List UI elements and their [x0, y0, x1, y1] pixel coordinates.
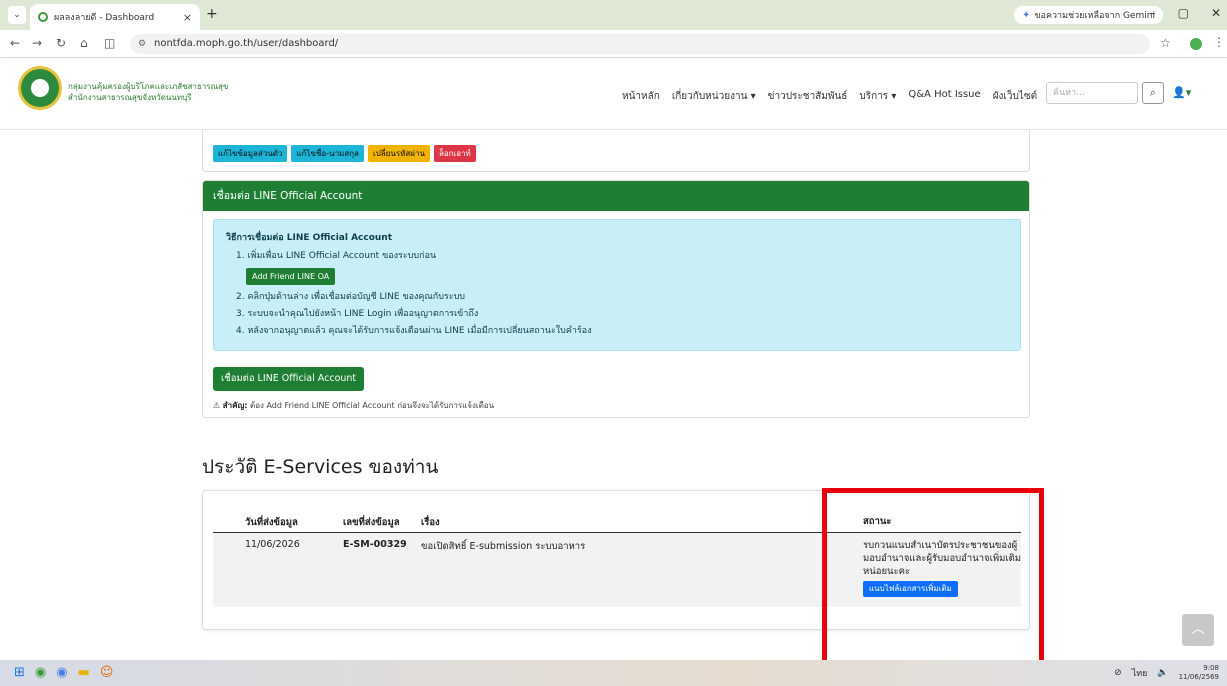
clock-time: 9:08: [1203, 664, 1219, 672]
home-icon[interactable]: ⌂: [80, 36, 88, 50]
instruction-step-4: 4. หลังจากอนุญาตแล้ว คุณจะได้รับการแจ้งเ…: [236, 326, 592, 336]
file-explorer-icon[interactable]: ▬: [78, 665, 90, 680]
window-controls: – ▢ ✕: [1150, 6, 1221, 20]
minimize-icon[interactable]: –: [1150, 6, 1156, 20]
profile-button-row: แก้ไขข้อมูลส่วนตัว แก้ไขชื่อ-นามสกุล เปล…: [213, 145, 476, 162]
main-nav: หน้าหลัก เกี่ยวกับหน่วยงาน ▾ ข่าวประชาสั…: [622, 89, 1037, 104]
instructions-title: วิธีการเชื่อมต่อ LINE Official Account: [226, 233, 393, 243]
url-text: nontfda.moph.go.th/user/dashboard/: [154, 38, 339, 49]
os-taskbar: ⊞ ◉ ◉ ▬ ☺ ⊘ ไทย 🔈 9:08 11/06/2569: [0, 660, 1227, 686]
gemini-sparkle-icon: ✦: [1022, 9, 1031, 21]
tab-title: ผลลงลายดี - Dashboard: [54, 13, 155, 23]
line-instructions: วิธีการเชื่อมต่อ LINE Official Account 1…: [213, 219, 1021, 351]
col-subject: เรื่อง: [421, 517, 440, 528]
nav-sitemap[interactable]: ผังเว็บไซต์: [993, 89, 1037, 104]
taskbar-apps: ⊞ ◉ ◉ ▬ ☺: [14, 665, 113, 680]
note-text: ต้อง Add Friend LINE Official Account ก่…: [250, 401, 495, 410]
instruction-step-1: 1. เพิ่มเพื่อน LINE Official Account ของ…: [236, 251, 437, 261]
browser-menu-icon[interactable]: ⋮: [1213, 35, 1225, 49]
history-title: ประวัติ E-Services ของท่าน: [202, 456, 439, 478]
gemini-button[interactable]: ✦ ขอความช่วยเหลือจาก Gemini: [1014, 6, 1163, 24]
profile-avatar-icon[interactable]: [1190, 38, 1202, 50]
site-info-icon[interactable]: ⚙: [138, 34, 146, 54]
org-name-line2: สำนักงานสาธารณสุขจังหวัดนนทบุรี: [68, 93, 192, 102]
tab-search-icon[interactable]: ⌄: [8, 6, 26, 24]
close-tab-icon[interactable]: ×: [183, 11, 192, 24]
nav-qa[interactable]: Q&A Hot Issue: [908, 89, 980, 104]
system-tray: ⊘ ไทย 🔈 9:08 11/06/2569: [1114, 664, 1219, 682]
gemini-label: ขอความช่วยเหลือจาก Gemini: [1034, 11, 1155, 21]
nav-about[interactable]: เกี่ยวกับหน่วยงาน ▾: [672, 89, 756, 104]
reload-icon[interactable]: ↻: [56, 36, 66, 50]
instruction-step-2: 2. คลิกปุ่มด้านล่าง เพื่อเชื่อมต่อบัญชี …: [236, 292, 466, 302]
volume-icon[interactable]: 🔈: [1157, 668, 1168, 678]
row-subject: ขอเปิดสิทธิ์ E-submission ระบบอาหาร: [421, 541, 586, 552]
logout-button[interactable]: ล็อกเอาท์: [433, 145, 476, 162]
chrome-alt-icon[interactable]: ◉: [56, 665, 67, 680]
browser-tab[interactable]: ผลลงลายดี - Dashboard ×: [30, 4, 200, 30]
address-bar-row: ← → ↻ ⌂ ◫ ⚙ nontfda.moph.go.th/user/dash…: [0, 30, 1227, 58]
edit-name-button[interactable]: แก้ไขชื่อ-นามสกุล: [291, 145, 364, 162]
nav-home[interactable]: หน้าหลัก: [622, 89, 660, 104]
site-header: กลุ่มงานคุ้มครองผู้บริโภคและเภสัชสาธารณส…: [0, 58, 1227, 130]
profile-card: แก้ไขข้อมูลส่วนตัว แก้ไขชื่อ-นามสกุล เปล…: [202, 130, 1030, 172]
note-label: สำคัญ:: [222, 401, 248, 410]
row-date: 11/06/2026: [245, 539, 300, 550]
connect-line-button[interactable]: เชื่อมต่อ LINE Official Account: [213, 367, 365, 391]
important-note: ⚠ สำคัญ: ต้อง Add Friend LINE Official A…: [213, 399, 494, 412]
search-button[interactable]: ⌕: [1142, 82, 1164, 104]
clock[interactable]: 9:08 11/06/2569: [1179, 664, 1219, 682]
clock-date: 11/06/2569: [1178, 673, 1219, 681]
search-input[interactable]: ค้นหา...: [1046, 82, 1138, 104]
bookmark-star-icon[interactable]: ☆: [1160, 36, 1171, 50]
language-indicator[interactable]: ไทย: [1132, 666, 1148, 680]
col-number: เลขที่ส่งข้อมูล: [343, 517, 400, 528]
edit-profile-button[interactable]: แก้ไขข้อมูลส่วนตัว: [213, 145, 288, 162]
browser-tab-bar: ⌄ ผลลงลายดี - Dashboard × + ✦ ขอความช่วย…: [0, 0, 1227, 30]
org-logo[interactable]: [18, 66, 62, 110]
windows-start-icon[interactable]: ⊞: [14, 665, 25, 680]
row-number: E-SM-00329: [343, 539, 407, 550]
split-view-icon[interactable]: ◫: [104, 36, 115, 50]
close-window-icon[interactable]: ✕: [1211, 6, 1221, 20]
url-field[interactable]: ⚙ nontfda.moph.go.th/user/dashboard/: [130, 34, 1150, 54]
change-password-button[interactable]: เปลี่ยนรหัสผ่าน: [367, 145, 430, 162]
new-tab-button[interactable]: +: [206, 6, 218, 22]
scroll-to-top-button[interactable]: ︿: [1182, 614, 1214, 646]
red-highlight-box: [822, 488, 1044, 665]
back-icon[interactable]: ←: [10, 36, 20, 50]
nav-news[interactable]: ข่าวประชาสัมพันธ์: [768, 89, 848, 104]
nav-services[interactable]: บริการ ▾: [859, 89, 896, 104]
forward-icon[interactable]: →: [32, 36, 42, 50]
restore-icon[interactable]: ▢: [1178, 6, 1189, 20]
network-icon[interactable]: ⊘: [1114, 668, 1122, 678]
app-icon[interactable]: ☺: [100, 665, 114, 680]
line-card-header: เชื่อมต่อ LINE Official Account: [203, 181, 1029, 211]
chrome-icon[interactable]: ◉: [35, 665, 46, 680]
search-icon: ⌕: [1149, 86, 1157, 99]
instruction-step-3: 3. ระบบจะนำคุณไปยังหน้า LINE Login เพื่อ…: [236, 309, 479, 319]
warning-icon: ⚠: [213, 401, 223, 410]
user-menu-icon[interactable]: 👤▾: [1172, 86, 1191, 99]
line-connect-card: เชื่อมต่อ LINE Official Account วิธีการเ…: [202, 180, 1030, 418]
add-friend-button[interactable]: Add Friend LINE OA: [246, 268, 336, 285]
site-favicon-icon: [38, 12, 48, 22]
col-date: วันที่ส่งข้อมูล: [245, 517, 298, 528]
